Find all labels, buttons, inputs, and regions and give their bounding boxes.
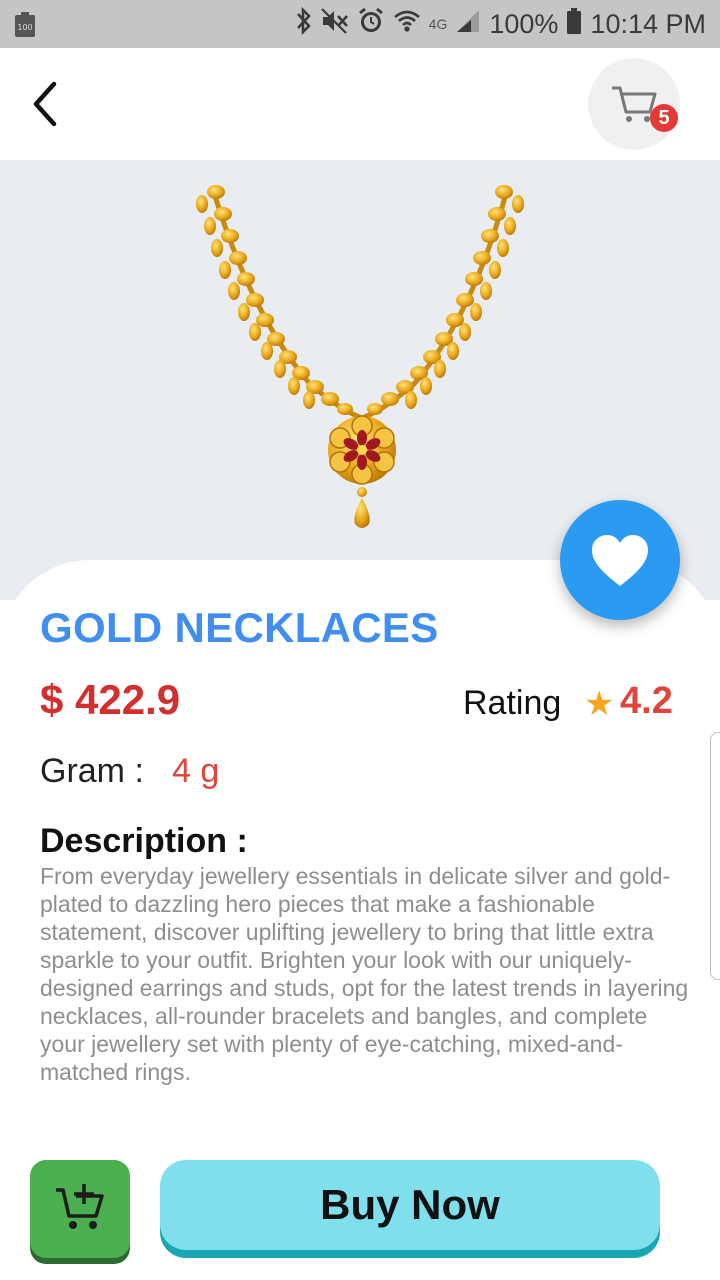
- wifi-icon: [393, 8, 421, 41]
- bluetooth-icon: [295, 6, 313, 42]
- status-bar: 100 4G 100% 10:14 PM: [0, 0, 720, 48]
- network-type-label: 4G: [428, 16, 448, 32]
- cart-plus-icon: [56, 1184, 104, 1229]
- star-icon: ★: [584, 685, 615, 723]
- mute-icon: [320, 7, 349, 41]
- favorite-button[interactable]: [560, 500, 680, 620]
- add-to-cart-button[interactable]: [30, 1160, 130, 1258]
- rating-label: Rating: [463, 684, 562, 722]
- chevron-left-icon: [33, 81, 57, 127]
- gram-value: 4 g: [172, 752, 220, 790]
- alarm-icon: [357, 7, 385, 42]
- necklace-image: [196, 185, 524, 528]
- description-title: Description :: [40, 822, 248, 860]
- app-header: 5: [0, 48, 720, 160]
- back-button[interactable]: [24, 78, 68, 130]
- product-title: GOLD NECKLACES: [40, 604, 439, 651]
- description-text: From everyday jewellery essentials in de…: [40, 863, 689, 1085]
- clock-time: 10:14 PM: [590, 8, 706, 39]
- battery-small-icon: 100: [14, 12, 36, 43]
- cart-count-badge: 5: [650, 104, 678, 132]
- product-price: $ 422.9: [40, 676, 181, 723]
- scrollbar[interactable]: [710, 732, 720, 980]
- buy-now-button[interactable]: Buy Now: [160, 1160, 660, 1250]
- battery-icon: [566, 7, 582, 42]
- heart-icon: [592, 535, 648, 586]
- battery-percent: 100%: [489, 8, 559, 39]
- signal-icon: [455, 8, 481, 41]
- svg-text:100: 100: [17, 23, 32, 32]
- gram-label: Gram :: [40, 752, 144, 790]
- rating-value: 4.2: [620, 680, 673, 722]
